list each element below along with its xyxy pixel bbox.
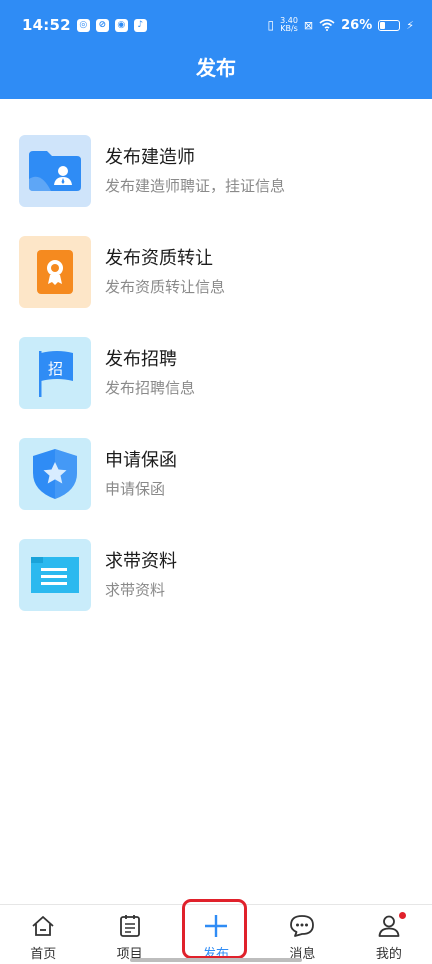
charging-icon: ⚡ — [406, 18, 414, 32]
menu-item-seek-materials[interactable]: 求带资料 求带资料 — [0, 524, 432, 625]
menu-item-title: 求带资料 — [105, 550, 177, 572]
menu-item-subtitle: 求带资料 — [105, 580, 166, 599]
publish-menu: 发布建造师 发布建造师聘证，挂证信息 发布资质转让 发布资质转让信息 招 发布招… — [0, 120, 432, 625]
folder-person-icon — [19, 134, 91, 207]
nav-item-projects[interactable]: 项目 — [86, 905, 172, 964]
menu-item-subtitle: 发布建造师聘证，挂证信息 — [105, 176, 286, 195]
bottom-nav: 首页 项目 发布 消息 我的 — [0, 904, 432, 964]
person-icon — [376, 913, 402, 939]
plus-icon — [203, 913, 229, 939]
link-notification-icon: ⊘ — [95, 18, 109, 32]
recruit-flag-icon: 招 — [19, 336, 91, 409]
notification-badge — [398, 912, 406, 919]
screen: 14:52 ◎ ⊘ ◉ ♪ ▯ 3.40 KB/s ⊠ 26% ⚡ 发布 发布建… — [0, 0, 432, 964]
menu-item-title: 申请保函 — [105, 449, 177, 471]
page-title: 发布 — [196, 56, 236, 80]
tiktok-notification-icon: ♪ — [133, 18, 147, 32]
chat-icon — [289, 913, 315, 939]
home-indicator[interactable] — [130, 958, 302, 962]
net-speed: 3.40 KB/s — [280, 16, 298, 33]
menu-item-subtitle: 申请保函 — [105, 479, 166, 498]
nav-item-messages[interactable]: 消息 — [259, 905, 345, 964]
app-notification-icon: ◎ — [76, 18, 90, 32]
document-icon — [19, 538, 91, 611]
menu-item-title: 发布资质转让 — [105, 247, 213, 269]
nav-label: 我的 — [375, 947, 402, 962]
status-bar: 14:52 ◎ ⊘ ◉ ♪ ▯ 3.40 KB/s ⊠ 26% ⚡ — [0, 0, 432, 50]
clipboard-icon — [117, 913, 143, 939]
battery-percent: 26% — [341, 17, 373, 33]
nav-item-home[interactable]: 首页 — [0, 905, 86, 964]
nav-item-publish[interactable]: 发布 — [173, 905, 259, 964]
weibo-notification-icon: ◉ — [114, 18, 128, 32]
menu-item-title: 发布招聘 — [105, 348, 177, 370]
certificate-icon — [19, 235, 91, 308]
menu-item-subtitle: 发布招聘信息 — [105, 378, 196, 397]
shield-star-icon — [19, 437, 91, 510]
vibrate-icon: ▯ — [267, 18, 275, 32]
home-icon — [30, 913, 56, 939]
header: 14:52 ◎ ⊘ ◉ ♪ ▯ 3.40 KB/s ⊠ 26% ⚡ 发布 — [0, 0, 432, 99]
menu-item-publish-constructor[interactable]: 发布建造师 发布建造师聘证，挂证信息 — [0, 120, 432, 221]
menu-item-publish-qualification[interactable]: 发布资质转让 发布资质转让信息 — [0, 221, 432, 322]
nav-label: 首页 — [30, 947, 57, 962]
no-sim-icon: ⊠ — [303, 18, 314, 32]
menu-item-title: 发布建造师 — [105, 146, 195, 168]
battery-icon — [378, 19, 401, 31]
nav-item-mine[interactable]: 我的 — [346, 905, 432, 964]
menu-item-subtitle: 发布资质转让信息 — [105, 277, 226, 296]
menu-item-publish-recruitment[interactable]: 招 发布招聘 发布招聘信息 — [0, 322, 432, 423]
wifi-icon — [319, 19, 335, 31]
status-time: 14:52 — [22, 16, 71, 34]
menu-item-apply-guarantee[interactable]: 申请保函 申请保函 — [0, 423, 432, 524]
recruit-flag-label: 招 — [48, 359, 64, 378]
